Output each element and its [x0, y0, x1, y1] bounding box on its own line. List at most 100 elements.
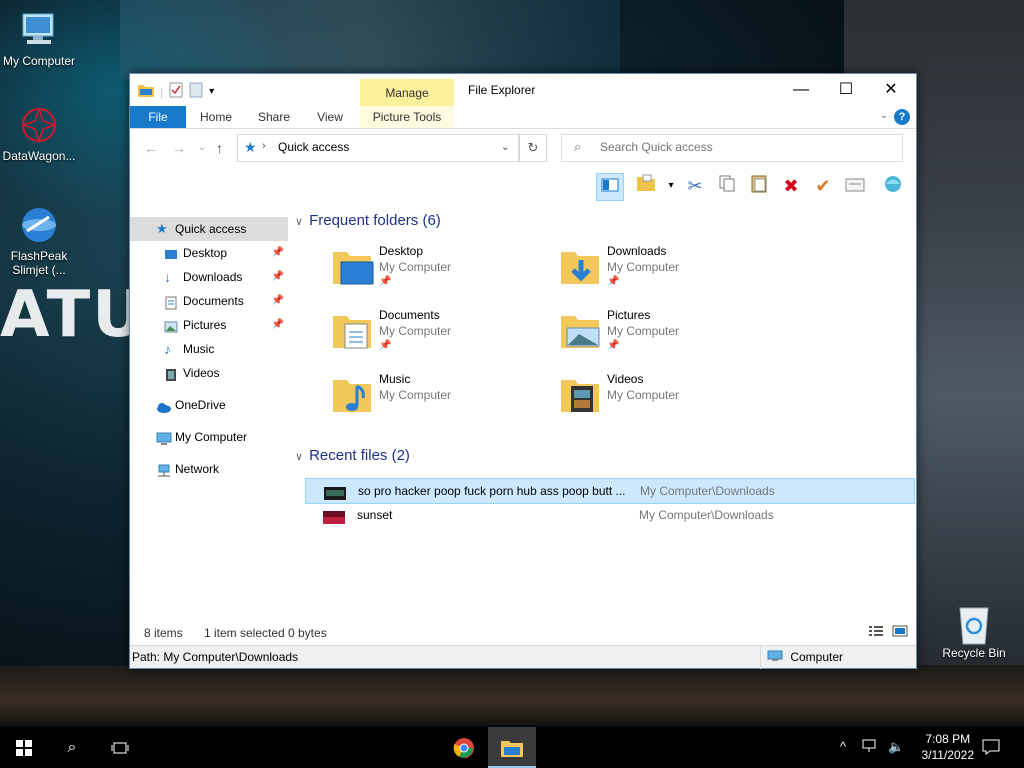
- selection-count: 1 item selected: [204, 626, 285, 640]
- search-input[interactable]: [598, 139, 892, 155]
- folder-documents[interactable]: Documents My Computer 📌: [331, 308, 551, 366]
- desktop-icon-datawagon[interactable]: DataWagon...: [0, 105, 78, 163]
- back-arrow-icon[interactable]: ←: [144, 140, 158, 156]
- recent-file-row[interactable]: so pro hacker poop fuck porn hub ass poo…: [305, 478, 915, 504]
- customize-dropdown-icon[interactable]: ▾: [209, 86, 214, 97]
- show-hidden-icons-icon[interactable]: ^: [840, 739, 846, 754]
- nav-item-documents[interactable]: Documents 📌: [130, 289, 288, 313]
- folder-videos[interactable]: Videos My Computer: [559, 372, 779, 430]
- desktop-icon-my-computer[interactable]: My Computer: [0, 10, 78, 68]
- folder-location: My Computer: [607, 324, 680, 338]
- zone-label: Computer: [790, 650, 844, 664]
- task-view-icon[interactable]: [96, 727, 144, 768]
- nav-item-music[interactable]: ♪ Music: [130, 337, 288, 361]
- tab-picture-tools[interactable]: Picture Tools: [360, 106, 454, 128]
- frequent-folders-header[interactable]: ∨ Frequent folders (6): [295, 212, 441, 229]
- nav-item-quick-access[interactable]: ★ Quick access: [130, 217, 288, 241]
- folder-pictures[interactable]: Pictures My Computer 📌: [559, 308, 779, 366]
- nav-item-onedrive[interactable]: OneDrive: [130, 393, 288, 417]
- new-item-icon[interactable]: [634, 173, 660, 199]
- search-box[interactable]: ⌕: [561, 134, 903, 162]
- nav-item-label: Videos: [183, 366, 220, 380]
- preview-pane-icon[interactable]: [596, 173, 624, 201]
- new-item-dropdown-icon[interactable]: ▾: [658, 173, 684, 199]
- wallpaper-text: ATU: [0, 278, 130, 352]
- folder-music[interactable]: Music My Computer: [331, 372, 551, 430]
- nav-item-videos[interactable]: Videos: [130, 361, 288, 385]
- paste-icon[interactable]: [746, 173, 772, 199]
- tab-home[interactable]: Home: [190, 106, 242, 128]
- address-bar[interactable]: ★ › Quick access ⌄: [237, 134, 519, 162]
- tab-share[interactable]: Share: [248, 106, 300, 128]
- tab-manage[interactable]: Manage: [360, 79, 454, 107]
- address-dropdown-icon[interactable]: ⌄: [501, 140, 510, 153]
- properties-icon[interactable]: [169, 82, 183, 101]
- navigation-pane: ★ Quick access Desktop 📌 ↓ Downloads 📌 D…: [130, 214, 290, 614]
- nav-item-downloads[interactable]: ↓ Downloads 📌: [130, 265, 288, 289]
- documents-folder-icon: [331, 308, 375, 352]
- up-arrow-icon[interactable]: ↑: [216, 140, 223, 156]
- delete-icon[interactable]: ✖: [778, 173, 804, 199]
- desktop-icon-label: My Computer: [2, 54, 76, 68]
- details-view-icon[interactable]: [868, 622, 884, 644]
- expand-ribbon-icon[interactable]: ⌄: [880, 110, 888, 121]
- notifications-icon[interactable]: [982, 739, 1000, 758]
- large-icons-view-icon[interactable]: [892, 622, 908, 644]
- network-tray-icon[interactable]: [862, 739, 880, 756]
- chrome-icon[interactable]: [440, 727, 488, 768]
- pin-icon[interactable]: 📌: [272, 265, 284, 289]
- start-button[interactable]: [0, 727, 48, 768]
- recent-file-row[interactable]: sunset My Computer\Downloads: [305, 503, 913, 527]
- desktop-icon-recycle-bin[interactable]: Recycle Bin: [935, 602, 1013, 660]
- nav-item-network[interactable]: Network: [130, 457, 288, 481]
- recent-files-header[interactable]: ∨ Recent files (2): [295, 447, 410, 464]
- music-note-icon: ♪: [164, 341, 171, 357]
- pin-icon[interactable]: 📌: [272, 313, 284, 337]
- nav-item-pictures[interactable]: Pictures 📌: [130, 313, 288, 337]
- desktop-icon-label: Recycle Bin: [942, 646, 1006, 660]
- cloud-icon: [156, 398, 171, 413]
- folder-downloads[interactable]: Downloads My Computer 📌: [559, 244, 779, 302]
- folder-location: My Computer: [607, 388, 680, 402]
- tab-file[interactable]: File: [130, 106, 186, 128]
- cut-icon[interactable]: ✂: [682, 173, 708, 199]
- help-button[interactable]: ?: [894, 109, 910, 125]
- desktop-icon-slimjet[interactable]: FlashPeak Slimjet (...: [0, 205, 78, 277]
- copy-icon[interactable]: [714, 173, 740, 199]
- breadcrumb-chevron-icon[interactable]: ›: [262, 140, 266, 152]
- folder-location: My Computer: [379, 324, 452, 338]
- music-folder-icon: [331, 372, 375, 416]
- slimjet-icon: [19, 205, 59, 245]
- file-explorer-taskbar-icon[interactable]: [488, 727, 536, 768]
- rename-check-icon[interactable]: ✔: [810, 173, 836, 199]
- wallpaper-floor: [0, 665, 1024, 725]
- properties-card-icon[interactable]: [842, 173, 868, 199]
- maximize-button[interactable]: ☐: [823, 74, 869, 106]
- forward-arrow-icon[interactable]: →: [172, 140, 186, 156]
- clock[interactable]: 7:08 PM 3/11/2022: [922, 731, 975, 763]
- folder-name: Music: [379, 372, 411, 386]
- content-pane: ∨ Frequent folders (6) Desktop My Compute…: [295, 206, 915, 606]
- recent-locations-icon[interactable]: ⌄: [198, 142, 206, 153]
- wallpaper-lights: [120, 0, 620, 80]
- folder-desktop[interactable]: Desktop My Computer 📌: [331, 244, 551, 302]
- datawagon-icon: [19, 105, 59, 145]
- search-icon: ⌕: [574, 139, 582, 154]
- pin-icon[interactable]: 📌: [272, 289, 284, 313]
- folder-icon[interactable]: [138, 83, 154, 100]
- folder-name: Desktop: [379, 244, 424, 258]
- close-button[interactable]: ✕: [868, 74, 914, 106]
- picture-icon: [164, 318, 178, 333]
- search-icon[interactable]: ⌕: [48, 727, 96, 768]
- tab-view[interactable]: View: [306, 106, 354, 128]
- computer-icon: [767, 647, 783, 669]
- nav-item-label: My Computer: [175, 430, 248, 444]
- nav-item-my-computer[interactable]: My Computer: [130, 425, 288, 449]
- refresh-button[interactable]: ↻: [519, 134, 547, 162]
- pin-icon[interactable]: 📌: [272, 241, 284, 265]
- new-folder-icon[interactable]: [189, 82, 203, 101]
- nav-item-desktop[interactable]: Desktop 📌: [130, 241, 288, 265]
- volume-icon[interactable]: 🔈: [888, 739, 904, 755]
- minimize-button[interactable]: —: [778, 74, 824, 106]
- shell-icon[interactable]: [880, 173, 906, 199]
